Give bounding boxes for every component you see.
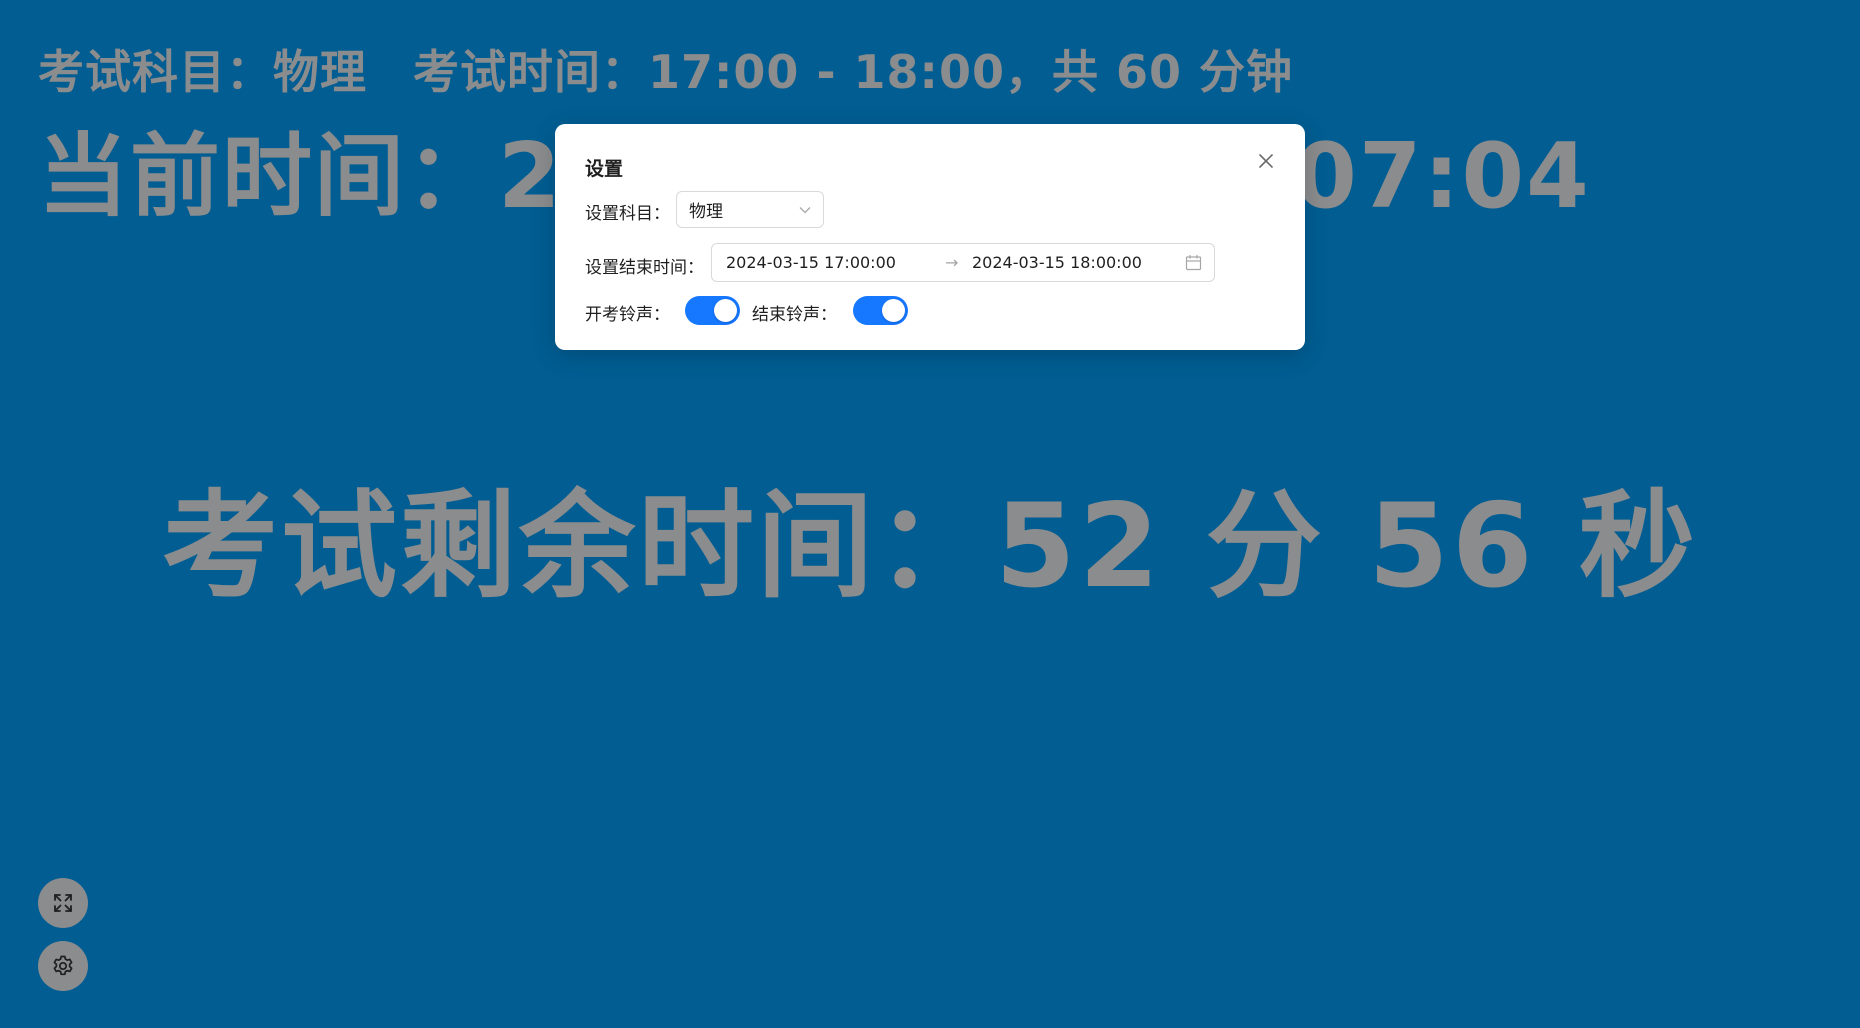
exam-info-line: 考试科目：物理 考试时间：17:00 - 18:00，共 60 分钟 — [38, 36, 1293, 102]
range-arrow-icon: → — [945, 253, 959, 272]
start-bell-label: 开考铃声： — [585, 305, 670, 325]
close-icon — [1259, 154, 1273, 168]
toggle-knob — [882, 299, 905, 322]
close-button[interactable] — [1251, 146, 1281, 176]
subject-label: 设置科目： — [585, 204, 670, 224]
subject-select-value: 物理 — [689, 202, 723, 222]
end-time-label: 设置结束时间： — [585, 258, 704, 278]
expand-icon — [54, 894, 72, 912]
settings-button[interactable] — [38, 941, 88, 991]
end-bell-toggle[interactable] — [853, 296, 908, 325]
range-end-input[interactable]: 2024-03-15 18:00:00 — [972, 253, 1142, 272]
current-time-label: 当前时间： — [38, 124, 498, 229]
chevron-down-icon — [799, 206, 811, 214]
end-bell-label: 结束铃声： — [752, 305, 837, 325]
range-start-input[interactable]: 2024-03-15 17:00:00 — [726, 253, 896, 272]
start-bell-toggle[interactable] — [685, 296, 740, 325]
exam-time-label: 考试时间： — [413, 45, 648, 99]
gear-icon — [53, 955, 73, 976]
fullscreen-button[interactable] — [38, 878, 88, 928]
calendar-icon — [1185, 254, 1202, 275]
settings-dialog: 设置 设置科目： 物理 设置结束时间： 2024-03-15 17:00:00 … — [555, 124, 1305, 350]
toggle-knob — [714, 299, 737, 322]
exam-time: 17:00 - 18:00，共 60 分钟 — [648, 45, 1294, 99]
remaining-time: 考试剩余时间：52 分 56 秒 — [161, 479, 1698, 614]
subject-select[interactable]: 物理 — [676, 191, 824, 228]
dialog-title: 设置 — [585, 158, 624, 180]
exam-subject: 物理 — [273, 45, 367, 99]
exam-subject-label: 考试科目： — [38, 45, 273, 99]
datetime-range-picker[interactable]: 2024-03-15 17:00:00 → 2024-03-15 18:00:0… — [711, 243, 1215, 282]
